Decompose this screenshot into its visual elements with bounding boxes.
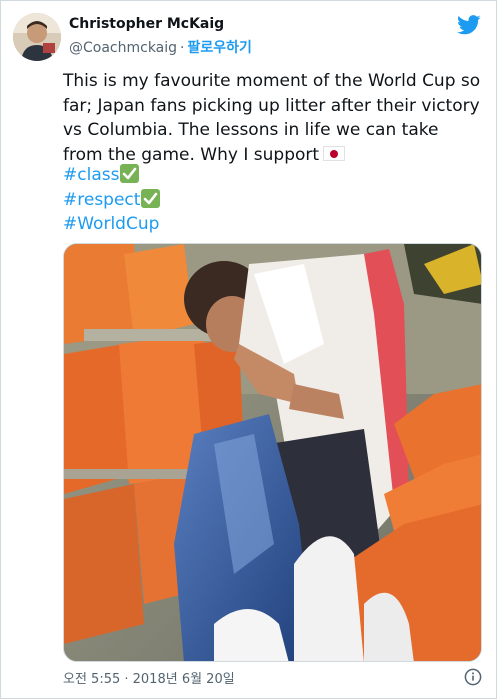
tweet-text: This is my favourite moment of the World… bbox=[63, 69, 483, 167]
follow-button[interactable]: 팔로우하기 bbox=[188, 40, 252, 56]
tweet-card: Christopher McKaig @Coachmckaig · 팔로우하기 Th… bbox=[0, 0, 497, 699]
photo-media bbox=[64, 244, 481, 661]
author-meta: @Coachmckaig · 팔로우하기 bbox=[69, 37, 252, 57]
hashtag-label[interactable]: #class bbox=[63, 165, 119, 185]
tweet-timestamp[interactable]: 오전 5:55 · 2018년 6월 20일 bbox=[63, 668, 235, 687]
hashtag-label[interactable]: #respect bbox=[63, 190, 140, 210]
hashtag-respect[interactable]: #respect bbox=[63, 188, 161, 213]
hashtag-list: #class #respect #WorldCup bbox=[63, 163, 161, 237]
info-icon[interactable] bbox=[464, 668, 482, 686]
hashtag-label[interactable]: #WorldCup bbox=[63, 214, 159, 234]
twitter-bird-icon[interactable] bbox=[457, 15, 481, 35]
author-name[interactable]: Christopher McKaig bbox=[69, 16, 224, 32]
avatar[interactable] bbox=[13, 13, 61, 61]
hashtag-worldcup[interactable]: #WorldCup bbox=[63, 212, 160, 237]
japan-flag-icon bbox=[323, 145, 346, 161]
check-mark-icon bbox=[120, 164, 140, 183]
check-mark-icon bbox=[141, 188, 161, 208]
tweet-text-content: This is my favourite moment of the World… bbox=[63, 71, 481, 165]
author-handle[interactable]: @Coachmckaig bbox=[69, 40, 177, 56]
separator: · bbox=[180, 40, 185, 56]
tweet-photo[interactable] bbox=[63, 243, 482, 662]
hashtag-class[interactable]: #class bbox=[63, 163, 160, 188]
